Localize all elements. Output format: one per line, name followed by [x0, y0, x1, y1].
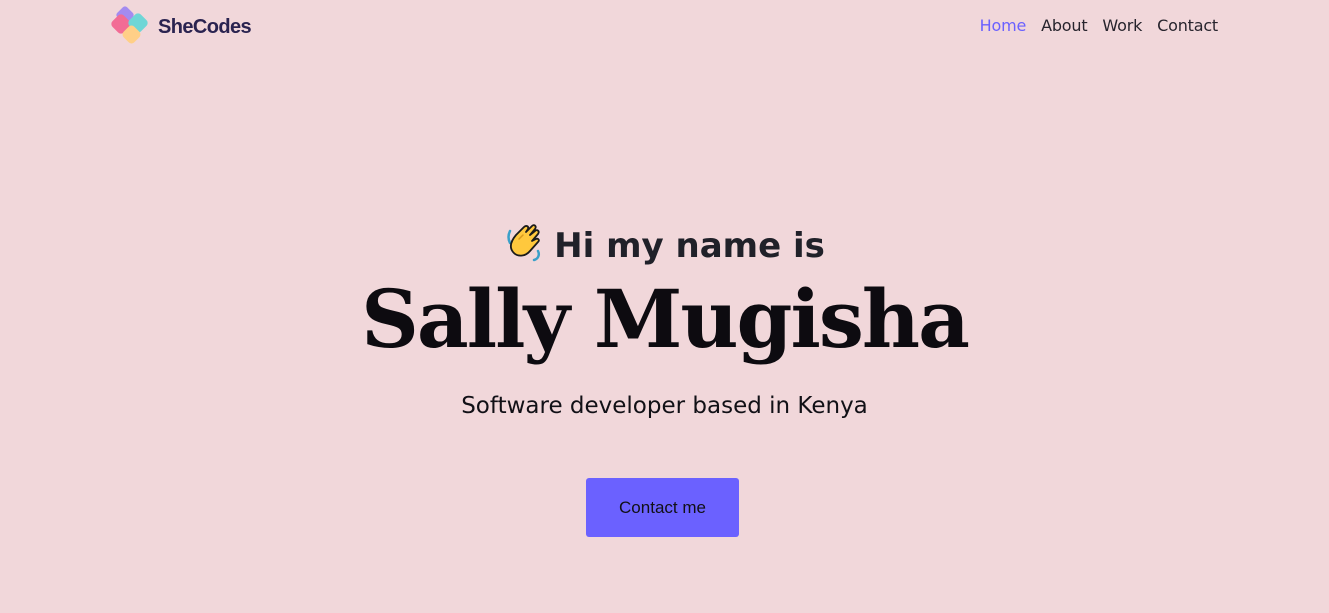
shecodes-logo-icon — [111, 6, 148, 44]
greeting: Hi my name is — [0, 219, 1329, 270]
nav-item-about: About — [1041, 16, 1088, 36]
nav-link-about[interactable]: About — [1041, 16, 1088, 35]
nav-link-home[interactable]: Home — [980, 16, 1027, 35]
nav-item-work: Work — [1102, 16, 1142, 36]
contact-me-button[interactable]: Contact me — [586, 478, 739, 537]
nav-item-home: Home — [980, 16, 1027, 36]
nav-link-contact[interactable]: Contact — [1157, 16, 1218, 35]
nav-link-work[interactable]: Work — [1102, 16, 1142, 35]
brand-link[interactable]: SheCodes — [110, 6, 252, 48]
navbar: SheCodes Home About Work Contact — [0, 0, 1329, 56]
waving-hand-icon — [507, 224, 541, 262]
greeting-text: Hi my name is — [554, 226, 825, 266]
nav-item-contact: Contact — [1157, 16, 1218, 36]
hero-name: Sally Mugisha — [361, 272, 970, 366]
hero-tagline: Software developer based in Kenya — [461, 393, 868, 419]
nav-menu: Home About Work Contact — [980, 16, 1219, 36]
brand-name: SheCodes — [158, 15, 252, 38]
